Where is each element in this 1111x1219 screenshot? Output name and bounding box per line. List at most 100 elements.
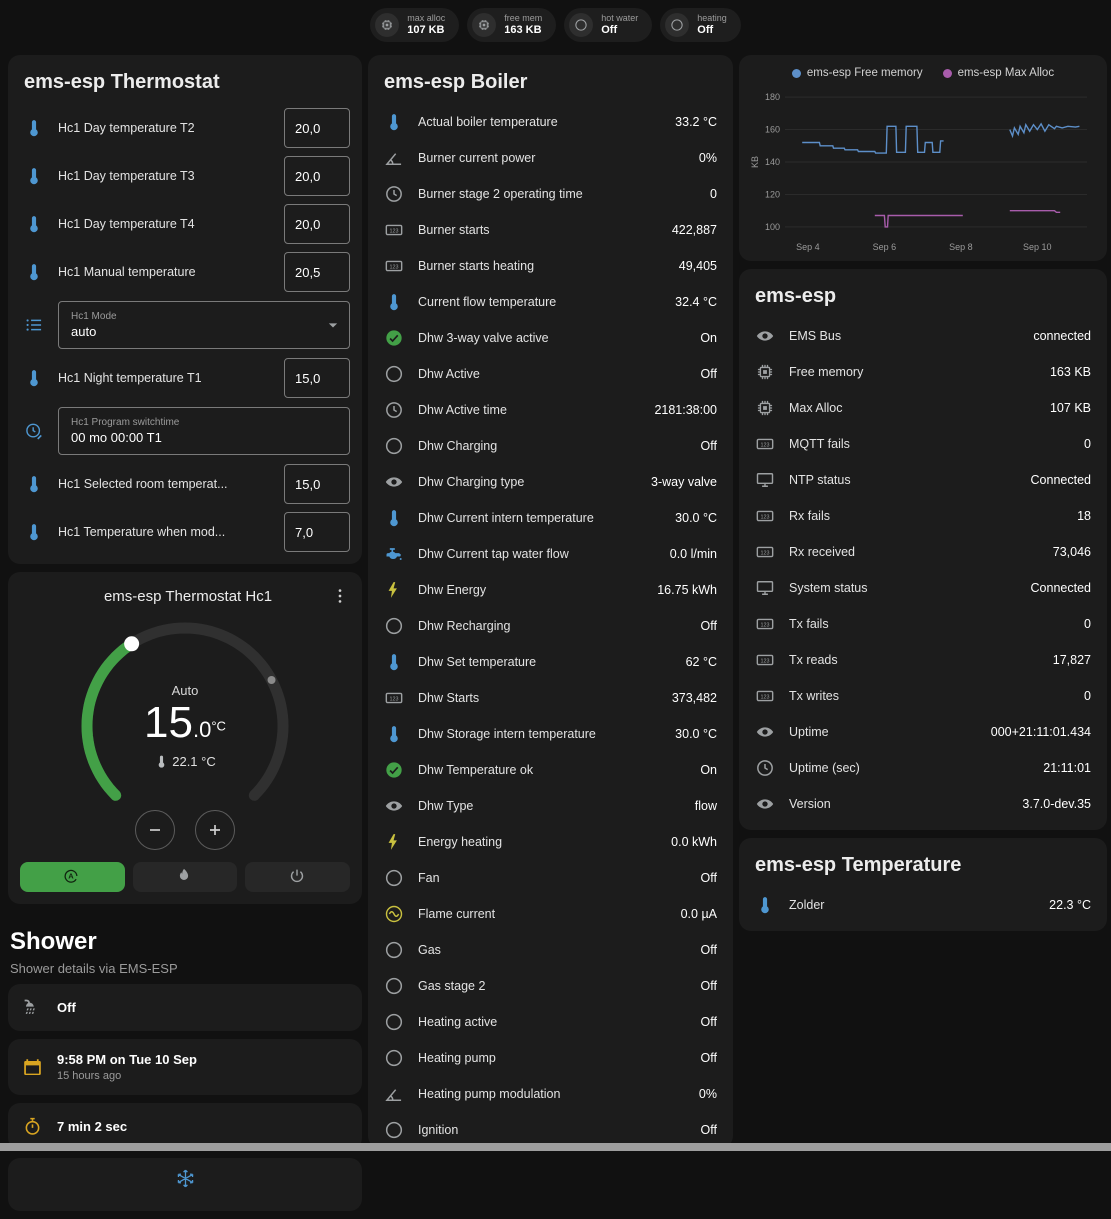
eye-icon	[384, 796, 404, 816]
entity-row-dhw-active-time[interactable]: Dhw Active time2181:38:00	[368, 392, 733, 428]
entity-row-rx-fails[interactable]: 123Rx fails18	[739, 498, 1107, 534]
entity-label: Heating pump modulation	[418, 1087, 685, 1101]
svg-text:120: 120	[765, 189, 780, 199]
number-input[interactable]: 20,0	[284, 156, 350, 196]
entity-row-dhw-storage-intern-temperature[interactable]: Dhw Storage intern temperature30.0 °C	[368, 716, 733, 752]
badge-value: Off	[601, 24, 638, 37]
shower-card[interactable]	[8, 1158, 362, 1211]
card-title: ems-esp Temperature	[739, 838, 1107, 887]
shower-card[interactable]: Off	[8, 984, 362, 1031]
entity-row-free-memory[interactable]: Free memory163 KB	[739, 354, 1107, 390]
entity-row-mqtt-fails[interactable]: 123MQTT fails0	[739, 426, 1107, 462]
entity-row-gas[interactable]: GasOff	[368, 932, 733, 968]
entity-label: Burner starts heating	[418, 259, 665, 273]
number-input[interactable]: 15,0	[284, 464, 350, 504]
temp-increase-button[interactable]	[195, 810, 235, 850]
entity-row-version[interactable]: Version3.7.0-dev.35	[739, 786, 1107, 822]
boiler-rows: Actual boiler temperature33.2 °CBurner c…	[368, 104, 733, 1148]
badge-heating[interactable]: heatingOff	[660, 8, 741, 42]
card-menu-button[interactable]	[328, 584, 352, 608]
entity-row-system-status[interactable]: System statusConnected	[739, 570, 1107, 606]
entity-row-ems-bus[interactable]: EMS Busconnected	[739, 318, 1107, 354]
entity-row-dhw-starts[interactable]: 123Dhw Starts373,482	[368, 680, 733, 716]
entity-row-dhw-set-temperature[interactable]: Dhw Set temperature62 °C	[368, 644, 733, 680]
shower-card-text: 9:58 PM on Tue 10 Sep	[57, 1052, 197, 1067]
entity-row-tx-writes[interactable]: 123Tx writes0	[739, 678, 1107, 714]
svg-text:123: 123	[760, 442, 769, 448]
field-value: 00 mo 00:00 T1	[71, 430, 321, 445]
entity-row-fan[interactable]: FanOff	[368, 860, 733, 896]
entity-row-dhw-recharging[interactable]: Dhw RechargingOff	[368, 608, 733, 644]
number-input[interactable]: 20,0	[284, 204, 350, 244]
entity-row-dhw-type[interactable]: Dhw Typeflow	[368, 788, 733, 824]
entity-row-burner-stage-2-operating-time[interactable]: Burner stage 2 operating time0	[368, 176, 733, 212]
shower-subtitle: Shower details via EMS-ESP	[10, 961, 360, 976]
legend-label: ems-esp Free memory	[807, 67, 923, 79]
entity-row-dhw-current-tap-water-flow[interactable]: Dhw Current tap water flow0.0 l/min	[368, 536, 733, 572]
entity-label: Dhw Starts	[418, 691, 658, 705]
legend-item-ems-esp-max-alloc[interactable]: ems-esp Max Alloc	[943, 67, 1055, 79]
entity-value: 33.2 °C	[675, 115, 717, 129]
entity-label: MQTT fails	[789, 437, 1070, 451]
entity-value: 32.4 °C	[675, 295, 717, 309]
entity-row-heating-pump[interactable]: Heating pumpOff	[368, 1040, 733, 1076]
entity-row-energy-heating[interactable]: Energy heating0.0 kWh	[368, 824, 733, 860]
badge-hot-water[interactable]: hot waterOff	[564, 8, 652, 42]
thermometer-icon	[755, 895, 775, 915]
entity-label: EMS Bus	[789, 329, 1019, 343]
entity-row-dhw-temperature-ok[interactable]: Dhw Temperature okOn	[368, 752, 733, 788]
entity-row-max-alloc[interactable]: Max Alloc107 KB	[739, 390, 1107, 426]
entity-row-burner-starts-heating[interactable]: 123Burner starts heating49,405	[368, 248, 733, 284]
entity-row-heating-pump-modulation[interactable]: Heating pump modulation0%	[368, 1076, 733, 1112]
legend-item-ems-esp-free-memory[interactable]: ems-esp Free memory	[792, 67, 923, 79]
entity-label: Heating active	[418, 1015, 687, 1029]
entity-row-ntp-status[interactable]: NTP statusConnected	[739, 462, 1107, 498]
entity-row-actual-boiler-temperature[interactable]: Actual boiler temperature33.2 °C	[368, 104, 733, 140]
left-column: ems-esp Thermostat Hc1 Day temperature T…	[8, 55, 362, 1219]
entity-row-tx-reads[interactable]: 123Tx reads17,827	[739, 642, 1107, 678]
entity-row-burner-starts[interactable]: 123Burner starts422,887	[368, 212, 733, 248]
entity-row-dhw-current-intern-temperature[interactable]: Dhw Current intern temperature30.0 °C	[368, 500, 733, 536]
number-input[interactable]: 20,0	[284, 108, 350, 148]
number-input[interactable]: 7,0	[284, 512, 350, 552]
shower-card-text: Off	[57, 1000, 76, 1015]
temp-decrease-button[interactable]	[135, 810, 175, 850]
mode-select[interactable]: Hc1 Modeauto	[58, 301, 350, 349]
mode-button-off[interactable]	[245, 862, 350, 892]
entity-row-flame-current[interactable]: Flame current0.0 µA	[368, 896, 733, 932]
badge-free-mem[interactable]: free mem163 KB	[467, 8, 556, 42]
entity-row-dhw-charging-type[interactable]: Dhw Charging type3-way valve	[368, 464, 733, 500]
mode-button-heat[interactable]	[133, 862, 238, 892]
autoMode-icon: A	[62, 867, 82, 887]
entity-row-dhw-3-way-valve-active[interactable]: Dhw 3-way valve activeOn	[368, 320, 733, 356]
entity-row-zolder[interactable]: Zolder22.3 °C	[739, 887, 1107, 923]
entity-row-gas-stage-2[interactable]: Gas stage 2Off	[368, 968, 733, 1004]
esp-rows: EMS BusconnectedFree memory163 KBMax All…	[739, 318, 1107, 822]
entity-row-uptime-sec[interactable]: Uptime (sec)21:11:01	[739, 750, 1107, 786]
entity-row-uptime[interactable]: Uptime000+21:11:01.434	[739, 714, 1107, 750]
shower-card[interactable]: 9:58 PM on Tue 10 Sep15 hours ago	[8, 1039, 362, 1095]
number-input[interactable]: 15,0	[284, 358, 350, 398]
thermometer-icon	[24, 474, 44, 494]
horizontal-scrollbar[interactable]	[0, 1143, 1111, 1151]
entity-row-heating-active[interactable]: Heating activeOff	[368, 1004, 733, 1040]
entity-row-dhw-energy[interactable]: Dhw Energy16.75 kWh	[368, 572, 733, 608]
power-icon	[288, 867, 308, 887]
entity-label: Dhw Current tap water flow	[418, 547, 656, 561]
thermometer-icon	[24, 214, 44, 234]
entity-row-burner-current-power[interactable]: Burner current power0%	[368, 140, 733, 176]
entity-row-rx-received[interactable]: 123Rx received73,046	[739, 534, 1107, 570]
mode-button-auto[interactable]: A	[20, 862, 125, 892]
entity-row-dhw-active[interactable]: Dhw ActiveOff	[368, 356, 733, 392]
number-input[interactable]: 20,5	[284, 252, 350, 292]
badge-max-alloc[interactable]: max alloc107 KB	[370, 8, 459, 42]
entity-row-tx-fails[interactable]: 123Tx fails0	[739, 606, 1107, 642]
thermostat-dial[interactable]: Auto 15.0°C 22.1 °C	[65, 614, 305, 824]
entity-row-current-flow-temperature[interactable]: Current flow temperature32.4 °C	[368, 284, 733, 320]
entity-row-dhw-charging[interactable]: Dhw ChargingOff	[368, 428, 733, 464]
text-input[interactable]: Hc1 Program switchtime00 mo 00:00 T1	[58, 407, 350, 455]
circle-icon	[384, 868, 404, 888]
svg-text:160: 160	[765, 125, 780, 135]
chip-icon	[755, 398, 775, 418]
entity-label: Dhw Recharging	[418, 619, 687, 633]
